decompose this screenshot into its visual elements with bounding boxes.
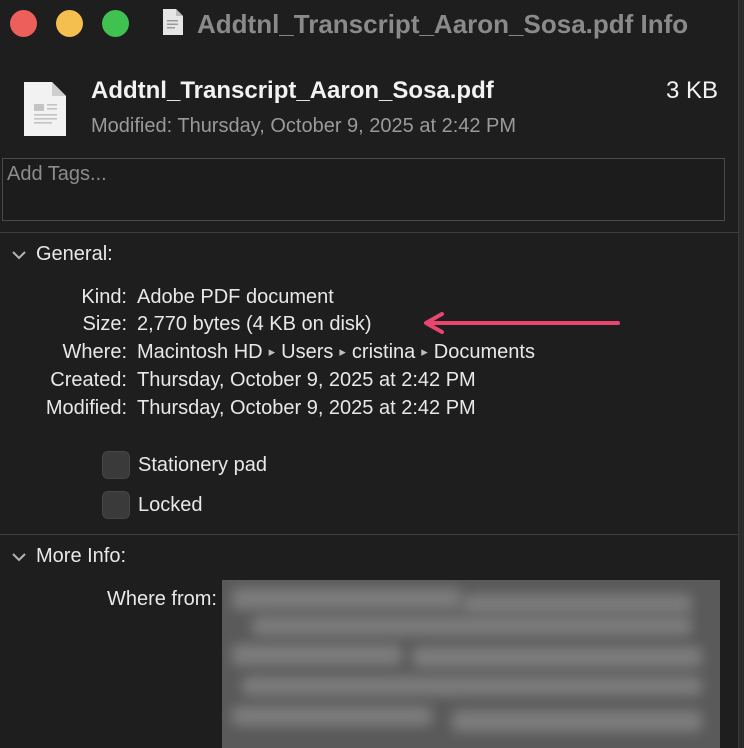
- window-edge: [739, 0, 744, 748]
- path-segment: Documents: [433, 341, 535, 363]
- close-button[interactable]: [10, 10, 37, 37]
- modified-value: Thursday, October 9, 2025 at 2:42 PM: [137, 397, 476, 419]
- general-heading: General:: [36, 243, 113, 265]
- more-info-heading: More Info:: [36, 545, 127, 567]
- path-separator-icon: ▸: [268, 344, 276, 359]
- path-segment: cristina: [351, 341, 416, 363]
- path-separator-icon: ▸: [339, 344, 346, 359]
- where-from-redacted-value: [222, 580, 720, 748]
- where-row: Where: Macintosh HD ▸ Users ▸ cristina ▸ Docum…: [0, 341, 738, 367]
- kind-label: Kind:: [81, 286, 127, 308]
- file-name: Addtnl_Transcript_Aaron_Sosa.pdf: [91, 77, 494, 104]
- created-row: Created: Thursday, October 9, 2025 at 2:…: [0, 369, 738, 395]
- info-window: Addtnl_Transcript_Aaron_Sosa.pdf Info Ad…: [0, 0, 739, 748]
- stationery-pad-checkbox[interactable]: [102, 451, 130, 479]
- tags-input[interactable]: [7, 163, 707, 186]
- modified-row: Modified: Thursday, October 9, 2025 at 2…: [0, 397, 738, 423]
- locked-checkbox[interactable]: [102, 491, 130, 519]
- more-info-section-toggle[interactable]: More Info:: [10, 545, 126, 568]
- size-row: Size: 2,770 bytes (4 KB on disk): [0, 313, 738, 339]
- modified-label: Modified:: [45, 397, 127, 419]
- size-value: 2,770 bytes (4 KB on disk): [137, 313, 372, 335]
- zoom-button[interactable]: [102, 10, 129, 37]
- where-label: Where:: [62, 341, 127, 363]
- chevron-down-icon: [12, 250, 26, 259]
- kind-row: Kind: Adobe PDF document: [0, 286, 738, 312]
- annotation-arrow-icon: [424, 312, 620, 334]
- divider: [0, 232, 738, 233]
- divider: [0, 534, 738, 535]
- chevron-down-icon: [12, 552, 26, 561]
- minimize-button[interactable]: [56, 10, 83, 37]
- where-path: Macintosh HD ▸ Users ▸ cristina ▸ Documents: [137, 341, 535, 364]
- file-modified: Modified: Thursday, October 9, 2025 at 2…: [91, 115, 517, 137]
- path-segment: Macintosh HD: [137, 341, 263, 363]
- locked-label: Locked: [138, 494, 203, 516]
- window-title: Addtnl_Transcript_Aaron_Sosa.pdf Info: [197, 9, 689, 39]
- kind-value: Adobe PDF document: [137, 286, 334, 308]
- size-label: Size:: [82, 313, 127, 335]
- created-value: Thursday, October 9, 2025 at 2:42 PM: [137, 369, 476, 391]
- title-bar: Addtnl_Transcript_Aaron_Sosa.pdf Info: [0, 0, 738, 52]
- document-icon: [162, 8, 184, 41]
- general-section-toggle[interactable]: General:: [10, 243, 113, 266]
- created-label: Created:: [50, 369, 127, 391]
- path-segment: Users: [281, 341, 334, 363]
- pdf-file-icon: [22, 80, 68, 143]
- file-size: 3 KB: [665, 77, 718, 104]
- stationery-pad-label: Stationery pad: [138, 454, 267, 476]
- path-separator-icon: ▸: [421, 344, 428, 359]
- tags-field-container: [2, 158, 725, 221]
- where-from-label: Where from:: [106, 588, 217, 610]
